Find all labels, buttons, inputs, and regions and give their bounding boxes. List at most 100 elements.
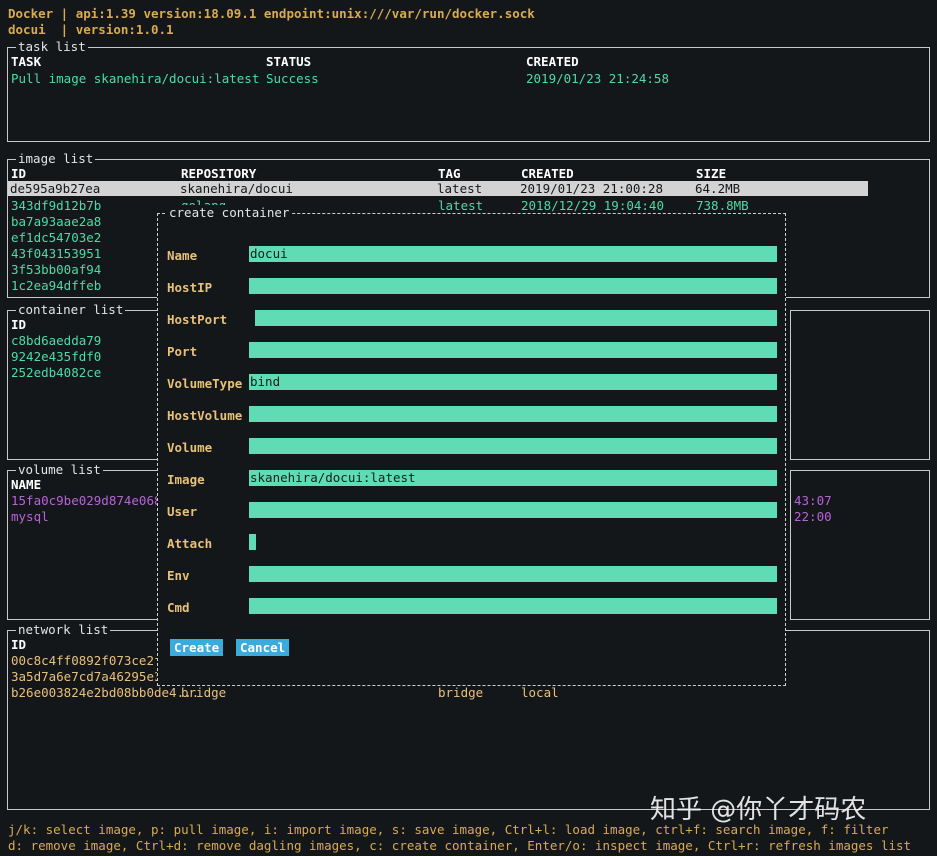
task-col-created: CREATED [526, 54, 579, 69]
task-col-task: TASK [11, 54, 42, 69]
hostport-input[interactable] [249, 310, 777, 326]
field-label-hostip: HostIP [167, 280, 213, 295]
selected-image-tag: latest [437, 181, 483, 196]
image-col-repository: REPOSITORY [181, 166, 257, 181]
list-item[interactable]: mysql [11, 509, 49, 525]
field-row-env: Env [158, 565, 785, 589]
hostvolume-input[interactable] [249, 406, 777, 422]
selected-image-repository: skanehira/docui [180, 181, 293, 196]
create-button[interactable]: Create [170, 639, 224, 656]
docui-version-line: docui | version:1.0.1 [8, 22, 174, 37]
container-list-panel[interactable]: container list ID c8bd6aedda79 9242e435f… [7, 302, 160, 460]
selected-image-id: de595a9b27ea [10, 181, 101, 196]
table-row[interactable]: 3f53bb00af94 [11, 262, 101, 278]
field-label-hostport: HostPort [167, 312, 228, 327]
cmd-input[interactable] [249, 598, 777, 614]
field-row-name: Name docui [158, 245, 785, 269]
volumetype-input-value: bind [250, 374, 281, 389]
env-input[interactable] [249, 566, 777, 582]
image-col-tag: TAG [438, 166, 461, 181]
image-list-title: image list [16, 151, 96, 167]
image-input-value: skanehira/docui:latest [250, 470, 416, 485]
hostip-input[interactable] [249, 278, 777, 294]
image-col-size: SIZE [696, 166, 727, 181]
container-list-panel-right[interactable] [790, 310, 930, 460]
name-input[interactable]: docui [249, 246, 777, 262]
list-item[interactable]: b26e003824e2bd08bb0de4... [11, 685, 199, 701]
field-label-cmd: Cmd [167, 600, 190, 615]
table-row[interactable]: 343df9d12b7b [11, 198, 101, 214]
network-col-id: ID [11, 637, 27, 652]
dialog-button-row: Create Cancel [158, 639, 785, 659]
container-list-title: container list [16, 302, 126, 318]
field-label-user: User [167, 504, 198, 519]
network-list-title: network list [16, 622, 111, 638]
network-row-name: bridge [181, 685, 227, 700]
volume-col-name: NAME [11, 477, 42, 492]
list-item[interactable]: 3a5d7a6e7cd7a46295e3a0 [11, 669, 177, 685]
field-row-attach: Attach [158, 533, 785, 557]
field-label-env: Env [167, 568, 190, 583]
network-row-driver: bridge [438, 685, 484, 700]
list-item[interactable]: 9242e435fdf0 [11, 349, 101, 365]
task-list-panel[interactable]: task list TASK STATUS CREATED Pull image… [7, 39, 930, 142]
table-row[interactable]: 1c2ea94dffeb [11, 278, 101, 294]
image-input[interactable]: skanehira/docui:latest [249, 470, 777, 486]
docker-info-line: Docker | api:1.39 version:18.09.1 endpoi… [8, 6, 535, 21]
field-label-name: Name [167, 248, 198, 263]
list-item[interactable]: 252edb4082ce [11, 365, 101, 381]
port-input[interactable] [249, 342, 777, 358]
volume-list-panel[interactable]: volume list NAME 15fa0c9be029d874e0687f … [7, 462, 177, 620]
field-label-image: Image [167, 472, 205, 487]
attach-checkbox[interactable] [249, 534, 256, 550]
field-label-volumetype: VolumeType [167, 376, 243, 391]
field-row-user: User [158, 501, 785, 525]
field-label-volume: Volume [167, 440, 213, 455]
field-label-hostvolume: HostVolume [167, 408, 243, 423]
field-row-cmd: Cmd [158, 597, 785, 621]
field-label-attach: Attach [167, 536, 213, 551]
image-list-selected-row[interactable]: de595a9b27ea skanehira/docui latest 2019… [8, 181, 868, 196]
table-row[interactable]: 43f043153951 [11, 246, 101, 262]
user-input[interactable] [249, 502, 777, 518]
selected-image-size: 64.2MB [695, 181, 741, 196]
docui-terminal-app: Docker | api:1.39 version:18.09.1 endpoi… [0, 0, 937, 856]
name-input-value: docui [250, 246, 288, 261]
task-row-task[interactable]: Pull image skanehira/docui:latest [11, 71, 259, 87]
task-row-created: 2019/01/23 21:24:58 [526, 71, 669, 86]
selected-image-created: 2019/01/23 21:00:28 [520, 181, 663, 196]
volume-list-title: volume list [16, 462, 103, 478]
image-col-id: ID [11, 166, 27, 181]
cancel-button[interactable]: Cancel [236, 639, 290, 656]
dialog-title: create container [166, 205, 293, 221]
volume-extra-value: 43:07 [794, 493, 832, 508]
field-row-hostport: HostPort [158, 309, 785, 333]
field-row-volumetype: VolumeType bind [158, 373, 785, 397]
watermark-text: 知乎 @你丫才码农 [650, 795, 867, 825]
field-row-volume: Volume [158, 437, 785, 461]
field-row-hostvolume: HostVolume [158, 405, 785, 429]
network-row-scope: local [521, 685, 559, 700]
field-row-image: Image skanehira/docui:latest [158, 469, 785, 493]
list-item[interactable]: 15fa0c9be029d874e0687f [11, 493, 177, 509]
container-col-id: ID [11, 317, 27, 332]
task-col-status: STATUS [266, 54, 312, 69]
table-row: 738.8MB [696, 198, 749, 213]
task-list-title: task list [16, 39, 88, 55]
image-col-created: CREATED [521, 166, 574, 181]
task-row-status: Success [266, 71, 319, 86]
create-container-dialog[interactable]: create container Name docui HostIP HostP… [157, 205, 786, 686]
table-row: 2018/12/29 19:04:40 [521, 198, 664, 213]
volume-input[interactable] [249, 438, 777, 454]
field-row-port: Port [158, 341, 785, 365]
table-row: latest [438, 198, 484, 213]
volumetype-input[interactable]: bind [249, 374, 777, 390]
table-row[interactable]: ef1dc54703e2 [11, 230, 101, 246]
status-bar-line-2: d: remove image, Ctrl+d: remove dagling … [8, 838, 912, 853]
list-item[interactable]: 00c8c4ff0892f073ce2f54 [11, 653, 177, 669]
list-item[interactable]: c8bd6aedda79 [11, 333, 101, 349]
table-row[interactable]: ba7a93aae2a8 [11, 214, 101, 230]
field-label-port: Port [167, 344, 198, 359]
field-row-hostip: HostIP [158, 277, 785, 301]
volume-list-panel-right[interactable]: 43:07 22:00 [790, 470, 930, 620]
